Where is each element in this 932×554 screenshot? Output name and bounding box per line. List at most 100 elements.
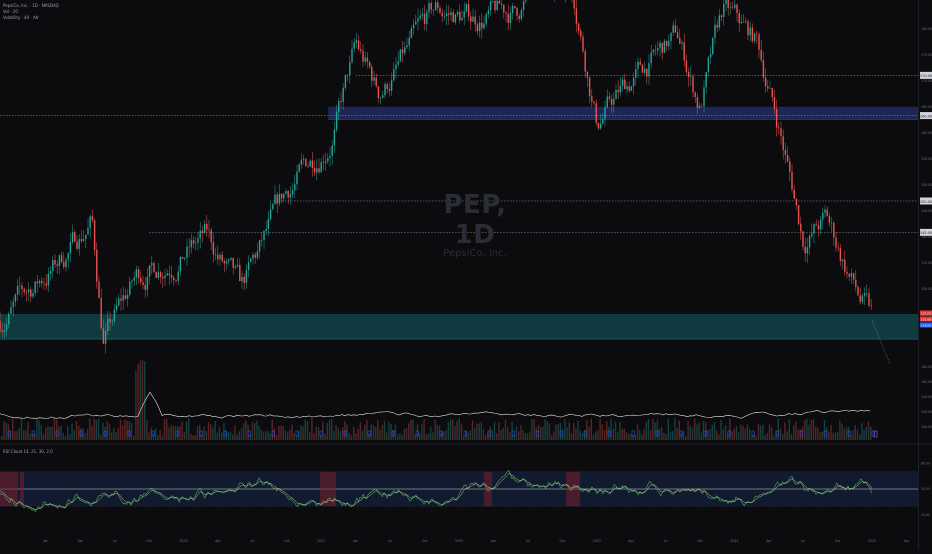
chart-root[interactable]: 170.00 160.00 150.00 145.00 132.00 131.00 130.… bbox=[0, 0, 932, 550]
candle-body bbox=[756, 33, 758, 35]
candle-body bbox=[646, 68, 648, 77]
candle bbox=[476, 21, 479, 36]
candle-body bbox=[267, 218, 270, 229]
chart-canvas[interactable]: 170.00160.00150.00145.00132.00131.00130.… bbox=[0, 0, 932, 550]
volume-bar bbox=[544, 419, 546, 440]
volume-bar bbox=[375, 426, 377, 440]
candle bbox=[784, 142, 787, 164]
legend-volume: Vol · 20 bbox=[3, 9, 18, 14]
candle-body bbox=[111, 321, 113, 323]
candle-body bbox=[813, 224, 815, 234]
candle bbox=[261, 232, 263, 247]
volume-bar bbox=[546, 421, 548, 440]
candle-body bbox=[188, 246, 190, 248]
candle bbox=[606, 89, 608, 109]
x-tick-label: Jan bbox=[42, 539, 48, 543]
watermark-symbol: PEP, 1D bbox=[443, 190, 507, 250]
candle-body bbox=[236, 264, 239, 267]
volume-bar bbox=[300, 425, 302, 440]
candle-body bbox=[762, 60, 765, 78]
volume-bar bbox=[491, 429, 493, 440]
candle bbox=[522, 0, 525, 17]
candle bbox=[23, 287, 25, 296]
candle-body bbox=[190, 240, 193, 248]
candle bbox=[624, 73, 626, 90]
volume-bar bbox=[194, 435, 196, 440]
candle bbox=[650, 44, 652, 69]
candle-body bbox=[34, 281, 36, 293]
candle bbox=[855, 269, 857, 292]
volume-bar bbox=[172, 426, 174, 440]
volume-bar bbox=[742, 425, 744, 440]
candle-body bbox=[639, 61, 641, 65]
osc-tick-label: 80.00 bbox=[921, 461, 930, 465]
y-tick-label: 130.00 bbox=[921, 287, 932, 291]
candle-body bbox=[250, 258, 252, 263]
candle-body bbox=[423, 13, 426, 24]
volume-bar bbox=[344, 420, 346, 440]
volume-bar bbox=[361, 430, 364, 440]
candle-body bbox=[503, 4, 505, 13]
volume-bar bbox=[49, 426, 51, 440]
candle bbox=[767, 79, 769, 92]
candle bbox=[439, 5, 441, 14]
candle bbox=[78, 234, 80, 256]
volume-bar bbox=[265, 431, 267, 440]
candle bbox=[148, 264, 151, 285]
volume-bar bbox=[196, 426, 199, 440]
volume-bar bbox=[89, 418, 91, 440]
candle bbox=[225, 258, 228, 271]
candle bbox=[410, 25, 413, 39]
volume-bar bbox=[1, 435, 3, 440]
candle-body bbox=[379, 97, 382, 99]
volume-bar bbox=[612, 428, 614, 440]
candle-body bbox=[828, 216, 831, 223]
volume-bar bbox=[757, 424, 760, 440]
volume-bar bbox=[621, 428, 623, 440]
candle-body bbox=[657, 47, 659, 51]
candle-body bbox=[43, 283, 45, 284]
candle bbox=[151, 255, 153, 275]
candle-body bbox=[247, 262, 250, 270]
candle bbox=[219, 252, 221, 267]
candle bbox=[828, 212, 831, 227]
volume-bar bbox=[104, 426, 106, 440]
volume-bar bbox=[368, 433, 370, 440]
candle bbox=[745, 17, 747, 24]
candle bbox=[859, 287, 861, 305]
volume-bar bbox=[729, 418, 731, 440]
candle bbox=[236, 257, 239, 269]
candle-body bbox=[346, 74, 349, 76]
candle bbox=[179, 256, 182, 276]
candle bbox=[364, 51, 366, 65]
candle-body bbox=[760, 49, 762, 61]
candle bbox=[661, 42, 663, 60]
candle-body bbox=[522, 0, 525, 11]
volume-bar bbox=[731, 431, 733, 440]
candle bbox=[386, 82, 388, 94]
candle-body bbox=[239, 264, 241, 282]
candle bbox=[135, 265, 138, 285]
candle bbox=[195, 237, 197, 251]
x-tick-label: 2022 bbox=[455, 539, 463, 543]
volume-bar bbox=[834, 431, 837, 440]
candle bbox=[296, 164, 298, 191]
candle-body bbox=[377, 86, 380, 99]
volume-bar bbox=[12, 418, 14, 440]
candle bbox=[32, 288, 34, 299]
volume-bar bbox=[258, 425, 260, 440]
volume-bar bbox=[810, 420, 812, 440]
volume-bar bbox=[372, 425, 375, 440]
candle bbox=[406, 37, 408, 50]
candle bbox=[665, 40, 668, 51]
volume-bar bbox=[808, 424, 810, 440]
candle-body bbox=[665, 40, 668, 47]
candle-body bbox=[428, 2, 430, 13]
candle bbox=[98, 276, 100, 299]
x-tick-label: Jul bbox=[800, 539, 805, 543]
volume-bar bbox=[680, 432, 683, 440]
candle bbox=[841, 258, 844, 270]
volume-bar bbox=[832, 432, 834, 440]
volume-bar bbox=[236, 434, 238, 440]
candle-body bbox=[228, 259, 230, 262]
